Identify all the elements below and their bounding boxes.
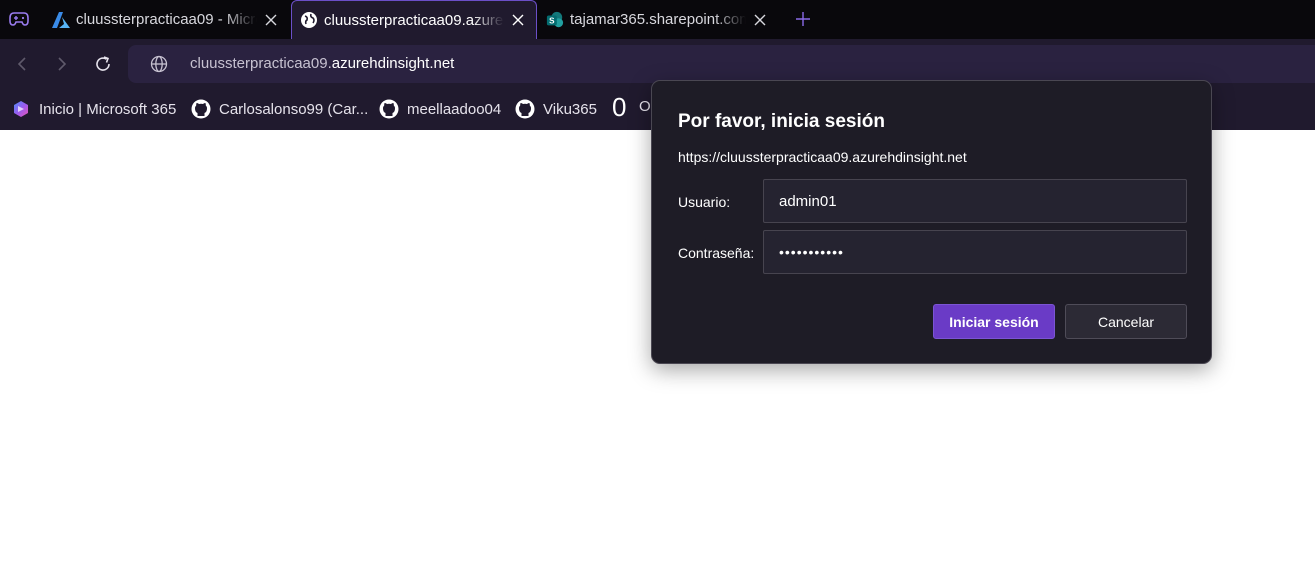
github-icon	[191, 99, 211, 119]
username-label: Usuario:	[678, 194, 731, 210]
dialog-title: Por favor, inicia sesión	[678, 111, 885, 132]
sign-in-dialog: Por favor, inicia sesión https://cluusst…	[651, 80, 1212, 364]
game-controller-icon[interactable]	[8, 8, 30, 30]
address-bar[interactable]: cluussterpracticaa09.azurehdinsight.net	[128, 45, 1315, 83]
close-icon[interactable]	[752, 12, 768, 28]
password-label: Contraseña:	[678, 245, 755, 261]
close-icon[interactable]	[510, 12, 526, 28]
password-field[interactable]: •••••••••••	[763, 230, 1187, 274]
bookmark-label: meellaadoo04	[407, 100, 502, 118]
bookmark-meellaadoo04[interactable]: meellaadoo04	[379, 97, 501, 121]
dialog-origin-url: https://cluussterpracticaa09.azurehdinsi…	[678, 149, 967, 165]
bookmark-label: Carlosalonso99 (Car...	[219, 100, 369, 118]
tab-sharepoint[interactable]: S tajamar365.sharepoint.com	[538, 0, 778, 39]
address-url[interactable]: cluussterpracticaa09.azurehdinsight.net	[190, 55, 454, 72]
bookmark-zero[interactable]: 0	[612, 92, 626, 123]
bookmark-label: Inicio | Microsoft 365	[39, 100, 177, 118]
azure-icon	[52, 11, 70, 29]
tab-strip: cluussterpracticaa09 - Microsoft Azure c…	[0, 0, 1315, 39]
sharepoint-icon: S	[546, 11, 564, 29]
forward-arrow-icon[interactable]	[50, 52, 74, 76]
url-domain: azurehdinsight.net	[331, 55, 455, 72]
microsoft365-icon	[11, 99, 31, 119]
new-tab-plus-icon[interactable]	[792, 8, 814, 30]
svg-text:S: S	[549, 16, 555, 25]
cancel-button[interactable]: Cancelar	[1065, 304, 1187, 339]
tab-title: tajamar365.sharepoint.com	[570, 11, 746, 28]
username-field[interactable]: admin01	[763, 179, 1187, 223]
tab-title: cluussterpracticaa09 - Microsoft Azure	[76, 11, 257, 28]
bookmark-microsoft365[interactable]: Inicio | Microsoft 365	[11, 97, 176, 121]
bookmark-label: Viku365	[543, 100, 597, 118]
site-info-globe-icon[interactable]	[150, 55, 168, 73]
sign-in-button[interactable]: Iniciar sesión	[933, 304, 1055, 339]
github-icon	[379, 99, 399, 119]
tab-hdinsight[interactable]: cluussterpracticaa09.azurehdinsight.net	[291, 0, 537, 39]
globe-icon	[300, 11, 318, 29]
tab-title: cluussterpracticaa09.azurehdinsight.net	[324, 11, 504, 29]
refresh-icon[interactable]	[91, 52, 115, 76]
github-icon	[515, 99, 535, 119]
bookmark-viku365[interactable]: Viku365	[515, 97, 597, 121]
back-arrow-icon[interactable]	[10, 52, 34, 76]
close-icon[interactable]	[263, 12, 279, 28]
tab-azure-portal[interactable]: cluussterpracticaa09 - Microsoft Azure	[44, 0, 289, 39]
bookmark-carlosalonso99[interactable]: Carlosalonso99 (Car...	[191, 97, 368, 121]
bookmark-truncated[interactable]: O	[639, 98, 651, 115]
url-prefix: cluussterpracticaa09.	[190, 55, 332, 72]
